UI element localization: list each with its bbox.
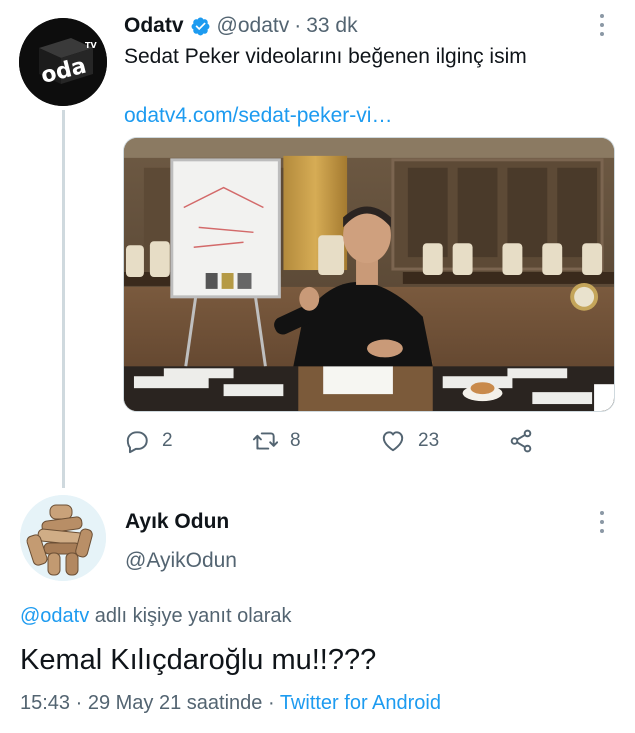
- replying-to-line: @odatv adlı kişiye yanıt olarak: [20, 604, 292, 628]
- verified-badge-icon: [191, 17, 209, 35]
- tweet-link[interactable]: odatv4.com/sedat-peker-vi…: [124, 104, 392, 128]
- reply-more-options-icon[interactable]: [599, 511, 605, 533]
- odatv-avatar[interactable]: oda TV: [19, 18, 107, 106]
- reply-time[interactable]: 15:43: [20, 692, 70, 714]
- retweet-icon: [252, 432, 278, 450]
- tweet-action-bar: 2 8 23: [124, 428, 544, 462]
- reply-author-handle[interactable]: @AyikOdun: [125, 549, 237, 573]
- tweet-text: Sedat Peker videolarını beğenen ilginç i…: [124, 45, 527, 68]
- svg-text:TV: TV: [85, 41, 97, 50]
- replying-to-label: adlı kişiye yanıt olarak: [89, 605, 292, 627]
- tweet-author-name[interactable]: Odatv: [124, 14, 184, 38]
- share-button[interactable]: [508, 428, 534, 454]
- wooden-figure-avatar-icon: [20, 495, 106, 581]
- retweet-button[interactable]: 8: [252, 428, 301, 454]
- like-button[interactable]: 23: [380, 428, 439, 454]
- thread-connector-line: [62, 110, 65, 488]
- tweet-timestamp[interactable]: 33 dk: [306, 14, 357, 38]
- reply-icon: [126, 431, 148, 454]
- reply-client-link[interactable]: Twitter for Android: [280, 692, 441, 714]
- reply-text: Kemal Kılıçdaroğlu mu!!???: [20, 644, 377, 676]
- retweet-count: 8: [290, 430, 301, 451]
- reply-metadata: 15:43 · 29 May 21 saatinde · Twitter for…: [20, 691, 441, 715]
- tweet-author-handle[interactable]: @odatv: [217, 14, 290, 38]
- reply-author-name[interactable]: Ayık Odun: [125, 510, 229, 534]
- conference-room-photo: [124, 138, 614, 411]
- header-separator: ·: [294, 14, 302, 37]
- replying-to-mention[interactable]: @odatv: [20, 605, 89, 627]
- reply-button[interactable]: 2: [124, 428, 173, 454]
- reply-date[interactable]: · 29 May 21 saatinde ·: [70, 692, 280, 714]
- tweet-more-options-icon[interactable]: [599, 14, 605, 36]
- like-count: 23: [418, 430, 440, 451]
- share-icon: [510, 429, 532, 453]
- reply-count: 2: [162, 430, 173, 451]
- oda-tv-logo-icon: oda TV: [19, 18, 107, 106]
- ayikodun-avatar[interactable]: [20, 495, 106, 581]
- tweet-media-image[interactable]: [123, 137, 615, 412]
- heart-icon: [382, 431, 404, 452]
- tweet-header: Odatv @odatv · 33 dk: [124, 14, 358, 38]
